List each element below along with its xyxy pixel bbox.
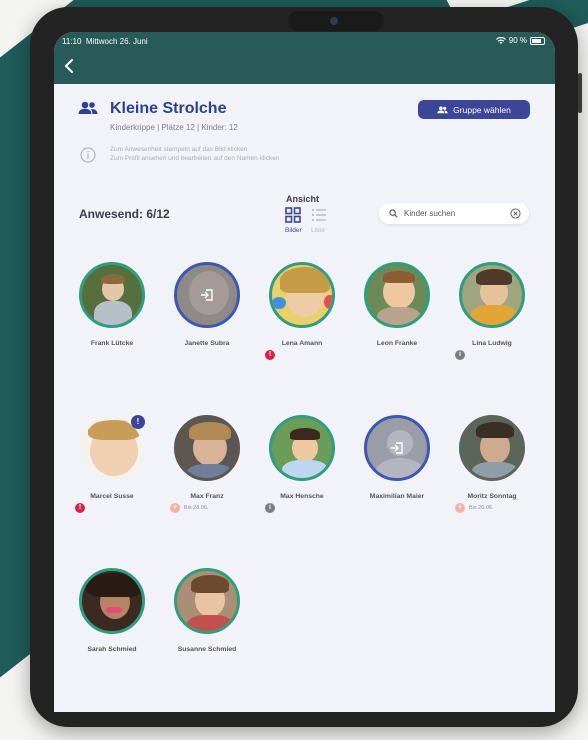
search-input[interactable] [402,208,498,219]
view-grid-label: Bilder [285,227,302,234]
child-card: ! Lena Amann [259,262,349,372]
child-avatar[interactable] [79,568,145,634]
alert-icon: ! [75,503,85,513]
sick-icon: + [170,503,180,513]
child-avatar[interactable] [174,415,240,481]
view-list-toggle[interactable]: Liste [311,207,329,237]
status-date: Mittwoch 26. Juni [85,37,148,46]
child-name[interactable]: Lena Amann [257,340,347,347]
hint-line: Zum Profil ansehen und bearbeiten auf de… [110,154,280,162]
child-name[interactable]: Max Hensche [257,493,347,500]
battery-icon [530,36,545,45]
info-badge-icon: i [265,503,275,513]
child-avatar[interactable] [364,262,430,328]
child-card: + Bis 26.06. Moritz Sonntag [449,415,539,525]
group-subtitle: Kinderkrippe | Plätze 12 | Kinder: 12 [110,123,238,132]
status-indicators: 90 % [495,36,545,45]
child-avatar[interactable] [174,262,240,328]
hint-text: Zum Anwesenheit stempeln auf das Bild kl… [110,146,279,163]
child-name[interactable]: Susanne Schmied [162,646,252,653]
alert-icon: ! [265,350,275,360]
child-name[interactable]: Marcel Susse [67,493,157,500]
child-avatar[interactable] [459,262,525,328]
clear-search-icon[interactable] [510,208,521,219]
attendance-count: Anwesend: 6/12 [79,207,170,221]
hint-line: Zum Anwesenheit stempeln auf das Bild kl… [110,146,248,153]
check-in-icon [201,289,213,301]
info-badge-icon: i [455,350,465,360]
child-card: ! ! Marcel Susse [69,415,159,525]
child-card: Susanne Schmied [164,568,254,678]
status-clock: 11:10 [62,37,82,46]
child-name[interactable]: Frank Lütcke [67,340,157,347]
child-avatar-placeholder[interactable] [364,415,430,481]
child-card: Janette Subra [164,262,254,372]
child-name[interactable]: Leon Franke [352,340,442,347]
list-icon [311,208,326,222]
status-time: 11:10 Mittwoch 26. Juni [62,37,148,46]
child-name[interactable]: Moritz Sonntag [447,493,537,500]
camera-icon [330,17,338,25]
child-avatar[interactable] [174,568,240,634]
view-grid-toggle[interactable]: Bilder [285,207,303,237]
back-arrow-icon[interactable] [60,56,80,76]
camera-bar [288,11,384,31]
child-avatar[interactable] [269,415,335,481]
battery-percent: 90 % [508,36,527,45]
info-icon [80,147,96,163]
select-group-label: Gruppe wählen [453,104,511,115]
wifi-icon [495,36,506,44]
top-bar: 11:10 Mittwoch 26. Juni 90 % [54,32,555,84]
child-card: Maximilian Maier [354,415,444,525]
check-in-icon [391,442,403,454]
group-icon [437,106,448,113]
absence-until: Bis 28.06. [184,505,209,511]
search-icon [389,209,398,218]
group-title: Kleine Strolche [110,100,227,117]
absence-until: Bis 26.06. [469,505,494,511]
view-label: Ansicht [286,194,320,204]
side-button [578,73,582,113]
child-name[interactable]: Max Franz [162,493,252,500]
child-avatar[interactable] [459,415,525,481]
child-avatar[interactable] [79,262,145,328]
child-name[interactable]: Lina Ludwig [447,340,537,347]
child-name[interactable]: Maximilian Maier [352,493,442,500]
child-card: i Max Hensche [259,415,349,525]
grid-icon [285,207,301,223]
child-name[interactable]: Janette Subra [162,340,252,347]
app-screen: 11:10 Mittwoch 26. Juni 90 % Kleine Stro… [54,32,555,712]
select-group-button[interactable]: Gruppe wählen [418,100,530,119]
child-card: i Lina Ludwig [449,262,539,372]
child-card: Sarah Schmied [69,568,159,678]
child-card: + Bis 28.06. Max Franz [164,415,254,525]
child-card: Leon Franke [354,262,444,372]
child-avatar[interactable] [269,262,335,328]
view-list-label: Liste [311,227,325,234]
sick-icon: + [455,503,465,513]
group-icon [78,101,98,114]
search-bar[interactable] [379,203,529,224]
child-name[interactable]: Sarah Schmied [67,646,157,653]
alert-badge-icon: ! [131,415,145,429]
child-card: Frank Lütcke [69,262,159,372]
